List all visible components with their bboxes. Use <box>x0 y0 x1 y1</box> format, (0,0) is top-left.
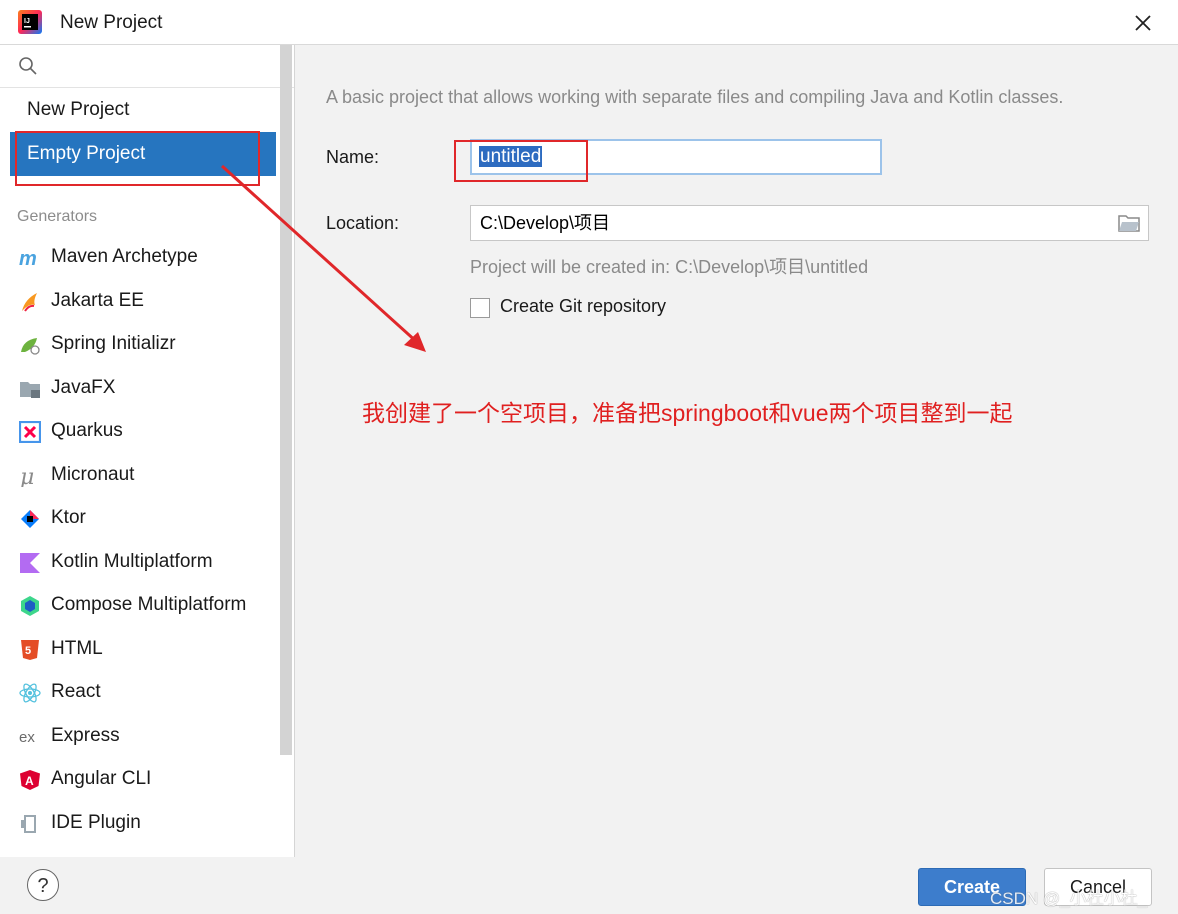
name-label: Name: <box>326 147 380 167</box>
svg-text:IJ: IJ <box>24 18 30 25</box>
generator-kotlin-multiplatform[interactable]: Kotlin Multiplatform <box>0 542 280 582</box>
intellij-icon: IJ <box>18 10 42 34</box>
svg-text:ex: ex <box>19 729 35 746</box>
javafx-icon <box>20 382 40 398</box>
generator-quarkus[interactable]: Quarkus <box>0 411 280 451</box>
generator-label: JavaFX <box>51 377 116 398</box>
generator-html[interactable]: 5 HTML <box>0 629 280 669</box>
plugin-icon <box>21 815 36 833</box>
generator-express[interactable]: ex Express <box>0 716 280 756</box>
generator-compose-multiplatform[interactable]: Compose Multiplatform <box>0 585 280 625</box>
jakarta-icon <box>22 293 37 312</box>
generator-label: Kotlin Multiplatform <box>51 551 213 572</box>
generator-label: Micronaut <box>51 464 135 485</box>
location-value: C:\Develop\项目 <box>480 213 611 233</box>
folder-icon[interactable] <box>1118 214 1140 232</box>
sidebar-item-new-project[interactable]: New Project <box>10 88 276 132</box>
generator-label: Express <box>51 725 120 746</box>
close-icon[interactable] <box>1128 8 1158 38</box>
generator-label: Ktor <box>51 507 86 528</box>
window-title: New Project <box>60 12 163 33</box>
title-bar: IJ New Project <box>0 0 1178 45</box>
search-icon <box>19 57 37 75</box>
annotation-text: 我创建了一个空项目，准备把springboot和vue两个项目整到一起 <box>362 400 1013 426</box>
react-icon <box>19 683 41 703</box>
git-label[interactable]: Create Git repository <box>500 296 666 317</box>
generator-label: Spring Initializr <box>51 333 176 354</box>
location-hint: Project will be created in: C:\Develop\项… <box>470 257 869 277</box>
location-input[interactable]: C:\Develop\项目 <box>470 205 1149 241</box>
micronaut-icon: μ <box>20 465 34 487</box>
generator-jakarta[interactable]: Jakarta EE <box>0 281 280 321</box>
generator-ktor[interactable]: Ktor <box>0 498 280 538</box>
ktor-icon <box>21 510 39 528</box>
generator-label: Jakarta EE <box>51 290 144 311</box>
generator-spring[interactable]: Spring Initializr <box>0 324 280 364</box>
generator-label: React <box>51 681 101 702</box>
maven-icon: m <box>19 248 37 269</box>
generator-label: Maven Archetype <box>51 246 198 267</box>
compose-icon <box>21 596 39 616</box>
highlight-box-empty-project <box>15 131 260 186</box>
sidebar-scrollbar[interactable] <box>280 45 292 755</box>
search-field[interactable] <box>0 45 294 88</box>
express-icon: ex <box>19 729 35 746</box>
generators-heading: Generators <box>17 208 98 225</box>
angular-icon: A <box>20 770 40 790</box>
generator-label: Compose Multiplatform <box>51 594 247 615</box>
spring-icon <box>21 338 40 355</box>
svg-text:A: A <box>25 774 34 788</box>
git-checkbox[interactable] <box>470 298 490 318</box>
svg-text:5: 5 <box>25 645 31 657</box>
watermark: CSDN @_小杜小杜_ <box>990 889 1148 908</box>
generator-label: IDE Plugin <box>51 812 141 833</box>
generator-angular[interactable]: A Angular CLI <box>0 759 280 799</box>
quarkus-icon <box>19 421 41 443</box>
kotlin-icon <box>20 553 40 573</box>
generator-ide-plugin[interactable]: IDE Plugin <box>0 803 280 843</box>
generator-react[interactable]: React <box>0 672 280 712</box>
generator-maven[interactable]: m Maven Archetype <box>0 237 280 277</box>
project-description: A basic project that allows working with… <box>326 87 1064 107</box>
svg-text:μ: μ <box>20 465 34 487</box>
main-panel: A basic project that allows working with… <box>295 45 1178 857</box>
generator-javafx[interactable]: JavaFX <box>0 368 280 408</box>
help-button[interactable]: ? <box>27 869 59 901</box>
generator-label: Angular CLI <box>51 768 152 789</box>
generator-label: Quarkus <box>51 420 123 441</box>
location-label: Location: <box>326 213 400 233</box>
highlight-box-name <box>454 140 588 182</box>
generator-micronaut[interactable]: μ Micronaut <box>0 455 280 495</box>
html5-icon: 5 <box>21 640 39 660</box>
generator-label: HTML <box>51 638 103 659</box>
svg-text:m: m <box>19 248 37 269</box>
